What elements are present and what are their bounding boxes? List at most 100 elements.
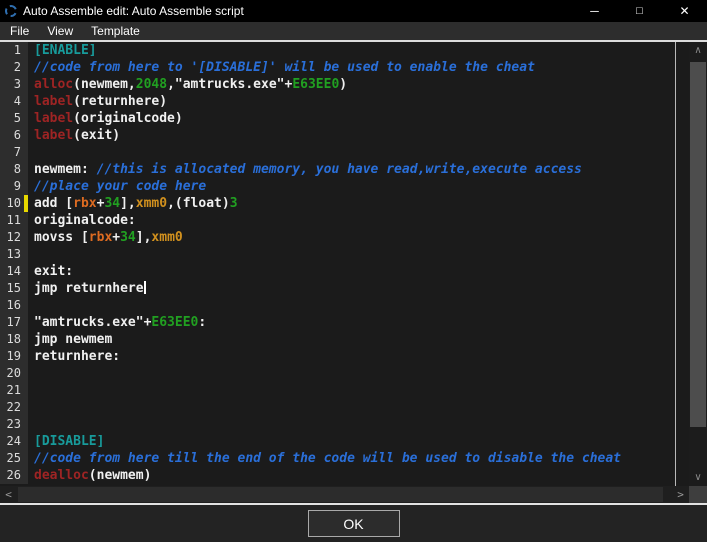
code-text <box>28 416 689 433</box>
code-token: rbx <box>73 196 96 211</box>
line-number: 24 <box>0 433 28 450</box>
code-text: exit: <box>28 263 689 280</box>
code-line-4[interactable]: 4label(returnhere) <box>0 93 689 110</box>
right-margin-guide <box>675 42 676 486</box>
code-line-18[interactable]: 18jmp newmem <box>0 331 689 348</box>
script-editor[interactable]: 1[ENABLE]2//code from here to '[DISABLE]… <box>0 40 707 486</box>
code-token: (originalcode) <box>73 111 183 126</box>
code-text: //place your code here <box>28 178 689 195</box>
code-token: newmem: <box>34 162 97 177</box>
code-token: (exit) <box>73 128 120 143</box>
code-line-24[interactable]: 24[DISABLE] <box>0 433 689 450</box>
code-line-10[interactable]: 10add [rbx+34],xmm0,(float)3 <box>0 195 689 212</box>
code-line-25[interactable]: 25//code from here till the end of the c… <box>0 450 689 467</box>
line-number: 8 <box>0 161 28 178</box>
code-line-5[interactable]: 5label(originalcode) <box>0 110 689 127</box>
auto-assemble-edit-window: Auto Assemble edit: Auto Assemble script… <box>0 0 707 542</box>
line-number: 6 <box>0 127 28 144</box>
code-token: 34 <box>120 230 136 245</box>
line-number: 22 <box>0 399 28 416</box>
code-line-8[interactable]: 8 newmem: //this is allocated memory, you… <box>0 161 689 178</box>
code-text: //code from here to '[DISABLE]' will be … <box>28 59 689 76</box>
line-number: 17 <box>0 314 28 331</box>
code-lines[interactable]: 1[ENABLE]2//code from here to '[DISABLE]… <box>0 42 689 486</box>
code-token: alloc <box>34 77 73 92</box>
code-text <box>28 365 689 382</box>
menu-file[interactable]: File <box>1 23 38 39</box>
code-token: E63EE0 <box>151 315 198 330</box>
code-token: ,"amtrucks.exe"+ <box>167 77 292 92</box>
line-number: 10 <box>0 195 28 212</box>
code-line-9[interactable]: 9//place your code here <box>0 178 689 195</box>
code-text: //code from here till the end of the cod… <box>28 450 689 467</box>
line-number: 7 <box>0 144 28 161</box>
scroll-up-arrow-icon[interactable]: ∧ <box>689 42 707 59</box>
titlebar[interactable]: Auto Assemble edit: Auto Assemble script… <box>0 0 707 22</box>
line-number: 19 <box>0 348 28 365</box>
scroll-left-arrow-icon[interactable]: < <box>0 486 17 503</box>
line-number: 23 <box>0 416 28 433</box>
line-number: 25 <box>0 450 28 467</box>
footer: OK <box>0 505 707 542</box>
line-number: 3 <box>0 76 28 93</box>
code-line-3[interactable]: 3alloc(newmem,2048,"amtrucks.exe"+E63EE0… <box>0 76 689 93</box>
code-text <box>28 297 689 314</box>
code-token: jmp returnhere <box>34 281 144 296</box>
window-title: Auto Assemble edit: Auto Assemble script <box>23 4 244 18</box>
horizontal-scrollbar-thumb[interactable] <box>18 487 663 502</box>
ok-button[interactable]: OK <box>308 510 400 537</box>
vertical-scrollbar[interactable]: ∧ ∨ <box>689 42 707 486</box>
code-line-6[interactable]: 6label(exit) <box>0 127 689 144</box>
code-line-17[interactable]: 17"amtrucks.exe"+E63EE0: <box>0 314 689 331</box>
code-line-20[interactable]: 20 <box>0 365 689 382</box>
code-line-7[interactable]: 7 <box>0 144 689 161</box>
line-number: 11 <box>0 212 28 229</box>
minimize-button[interactable]: ─ <box>572 0 617 22</box>
line-number: 9 <box>0 178 28 195</box>
code-line-1[interactable]: 1[ENABLE] <box>0 42 689 59</box>
code-line-11[interactable]: 11originalcode: <box>0 212 689 229</box>
vertical-scrollbar-thumb[interactable] <box>690 62 706 427</box>
code-token: rbx <box>89 230 112 245</box>
menubar: File View Template <box>0 22 707 40</box>
horizontal-scrollbar[interactable]: < > <box>0 486 707 503</box>
code-text: add [rbx+34],xmm0,(float)3 <box>28 195 689 212</box>
scroll-right-arrow-icon[interactable]: > <box>672 486 689 503</box>
line-number: 21 <box>0 382 28 399</box>
maximize-button[interactable]: □ <box>617 0 662 22</box>
code-token: ], <box>136 230 152 245</box>
code-line-16[interactable]: 16 <box>0 297 689 314</box>
code-line-26[interactable]: 26dealloc(newmem) <box>0 467 689 484</box>
menu-view[interactable]: View <box>38 23 82 39</box>
text-caret <box>144 281 146 294</box>
code-text: alloc(newmem,2048,"amtrucks.exe"+E63EE0) <box>28 76 689 93</box>
code-line-13[interactable]: 13 <box>0 246 689 263</box>
line-number: 26 <box>0 467 28 484</box>
code-token: label <box>34 94 73 109</box>
close-icon: ✕ <box>679 4 689 18</box>
code-text <box>28 144 689 161</box>
code-line-22[interactable]: 22 <box>0 399 689 416</box>
code-token: : <box>198 315 206 330</box>
code-line-19[interactable]: 19returnhere: <box>0 348 689 365</box>
code-line-2[interactable]: 2//code from here to '[DISABLE]' will be… <box>0 59 689 76</box>
code-line-15[interactable]: 15jmp returnhere <box>0 280 689 297</box>
code-token: xmm0 <box>136 196 167 211</box>
code-token: add [ <box>34 196 73 211</box>
code-line-21[interactable]: 21 <box>0 382 689 399</box>
code-token: //this is allocated memory, you have rea… <box>97 162 582 177</box>
scrollbar-corner <box>689 486 707 503</box>
code-token: ], <box>120 196 136 211</box>
code-line-12[interactable]: 12movss [rbx+34],xmm0 <box>0 229 689 246</box>
menu-template[interactable]: Template <box>82 23 149 39</box>
horizontal-scrollbar-track[interactable] <box>17 486 672 503</box>
code-line-14[interactable]: 14exit: <box>0 263 689 280</box>
code-text: label(exit) <box>28 127 689 144</box>
line-number: 16 <box>0 297 28 314</box>
code-line-23[interactable]: 23 <box>0 416 689 433</box>
code-text: jmp returnhere <box>28 280 689 297</box>
code-text <box>28 382 689 399</box>
scroll-down-arrow-icon[interactable]: ∨ <box>689 469 707 486</box>
close-button[interactable]: ✕ <box>662 0 707 22</box>
code-token: (newmem, <box>73 77 136 92</box>
